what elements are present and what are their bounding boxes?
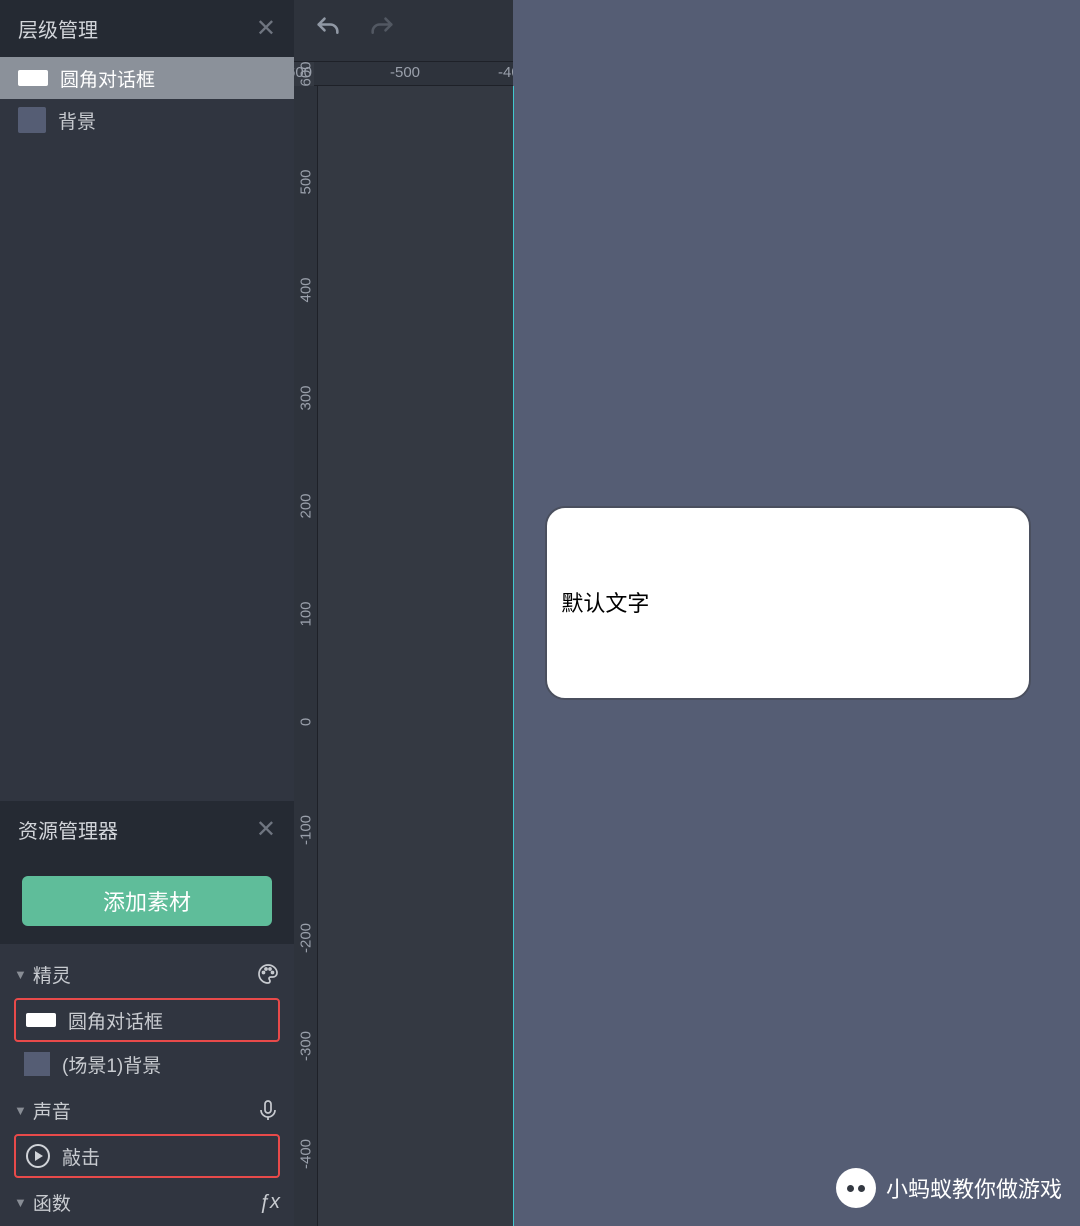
close-icon[interactable]: ✕ [256, 815, 276, 844]
section-sound[interactable]: ▼ 声音 [14, 1086, 280, 1134]
palette-icon[interactable] [256, 962, 280, 986]
close-icon[interactable]: ✕ [256, 14, 276, 43]
layer-item-background[interactable]: 背景 [0, 99, 294, 141]
microphone-icon[interactable] [256, 1098, 280, 1122]
hierarchy-panel-title: 层级管理 [18, 14, 98, 43]
ruler-tick: 400 [297, 277, 314, 302]
play-icon [26, 1144, 50, 1168]
chevron-down-icon: ▼ [14, 967, 27, 982]
canvas-area: x: -6 -600-500-400-300-200-1000100200300… [294, 0, 1080, 1226]
ruler-vertical: 8007006005004003002001000-100-200-300-40… [294, 86, 318, 1226]
dialog-text: 默认文字 [561, 591, 649, 616]
ruler-tick: 200 [297, 493, 314, 518]
chevron-down-icon: ▼ [14, 1195, 27, 1210]
layer-list: 圆角对话框 背景 [0, 57, 294, 141]
ruler-tick: 0 [297, 718, 314, 726]
resource-panel-title: 资源管理器 [18, 815, 118, 844]
ruler-tick: 600 [297, 61, 314, 86]
guide-vertical[interactable] [513, 86, 514, 1226]
ruler-tick: -200 [297, 923, 314, 953]
watermark: 小蚂蚁教你做游戏 [836, 1168, 1062, 1208]
ruler-tick: -500 [390, 64, 420, 81]
viewport[interactable]: 默认文字 [318, 86, 1080, 1226]
asset-item-sound-knock[interactable]: 敲击 [14, 1134, 280, 1178]
ruler-tick: -100 [297, 815, 314, 845]
fx-icon[interactable]: ƒx [259, 1191, 280, 1214]
asset-item-dialog[interactable]: 圆角对话框 [14, 998, 280, 1042]
layer-item-label: 背景 [58, 107, 96, 134]
ruler-tick: -400 [297, 1139, 314, 1169]
redo-icon[interactable] [368, 14, 396, 47]
ruler-tick: -300 [297, 1031, 314, 1061]
chevron-down-icon: ▼ [14, 1103, 27, 1118]
ruler-tick: 300 [297, 385, 314, 410]
layer-item-label: 圆角对话框 [60, 65, 155, 92]
swatch-icon [18, 107, 46, 133]
section-function[interactable]: ▼ 函数 ƒx [14, 1178, 280, 1226]
swatch-icon [24, 1052, 50, 1076]
layer-item-dialog[interactable]: 圆角对话框 [0, 57, 294, 99]
ruler-tick: 500 [297, 169, 314, 194]
swatch-icon [26, 1013, 56, 1027]
asset-item-background[interactable]: (场景1)背景 [14, 1042, 280, 1086]
ruler-tick: 100 [297, 601, 314, 626]
resource-panel-header: 资源管理器 ✕ [0, 801, 294, 858]
hierarchy-panel-header: 层级管理 ✕ [0, 0, 294, 57]
wechat-icon [836, 1168, 876, 1208]
undo-icon[interactable] [314, 14, 342, 47]
dialog-box-element[interactable]: 默认文字 [545, 506, 1031, 700]
add-asset-button[interactable]: 添加素材 [22, 876, 272, 926]
section-sprite[interactable]: ▼ 精灵 [14, 950, 280, 998]
swatch-icon [18, 70, 48, 86]
